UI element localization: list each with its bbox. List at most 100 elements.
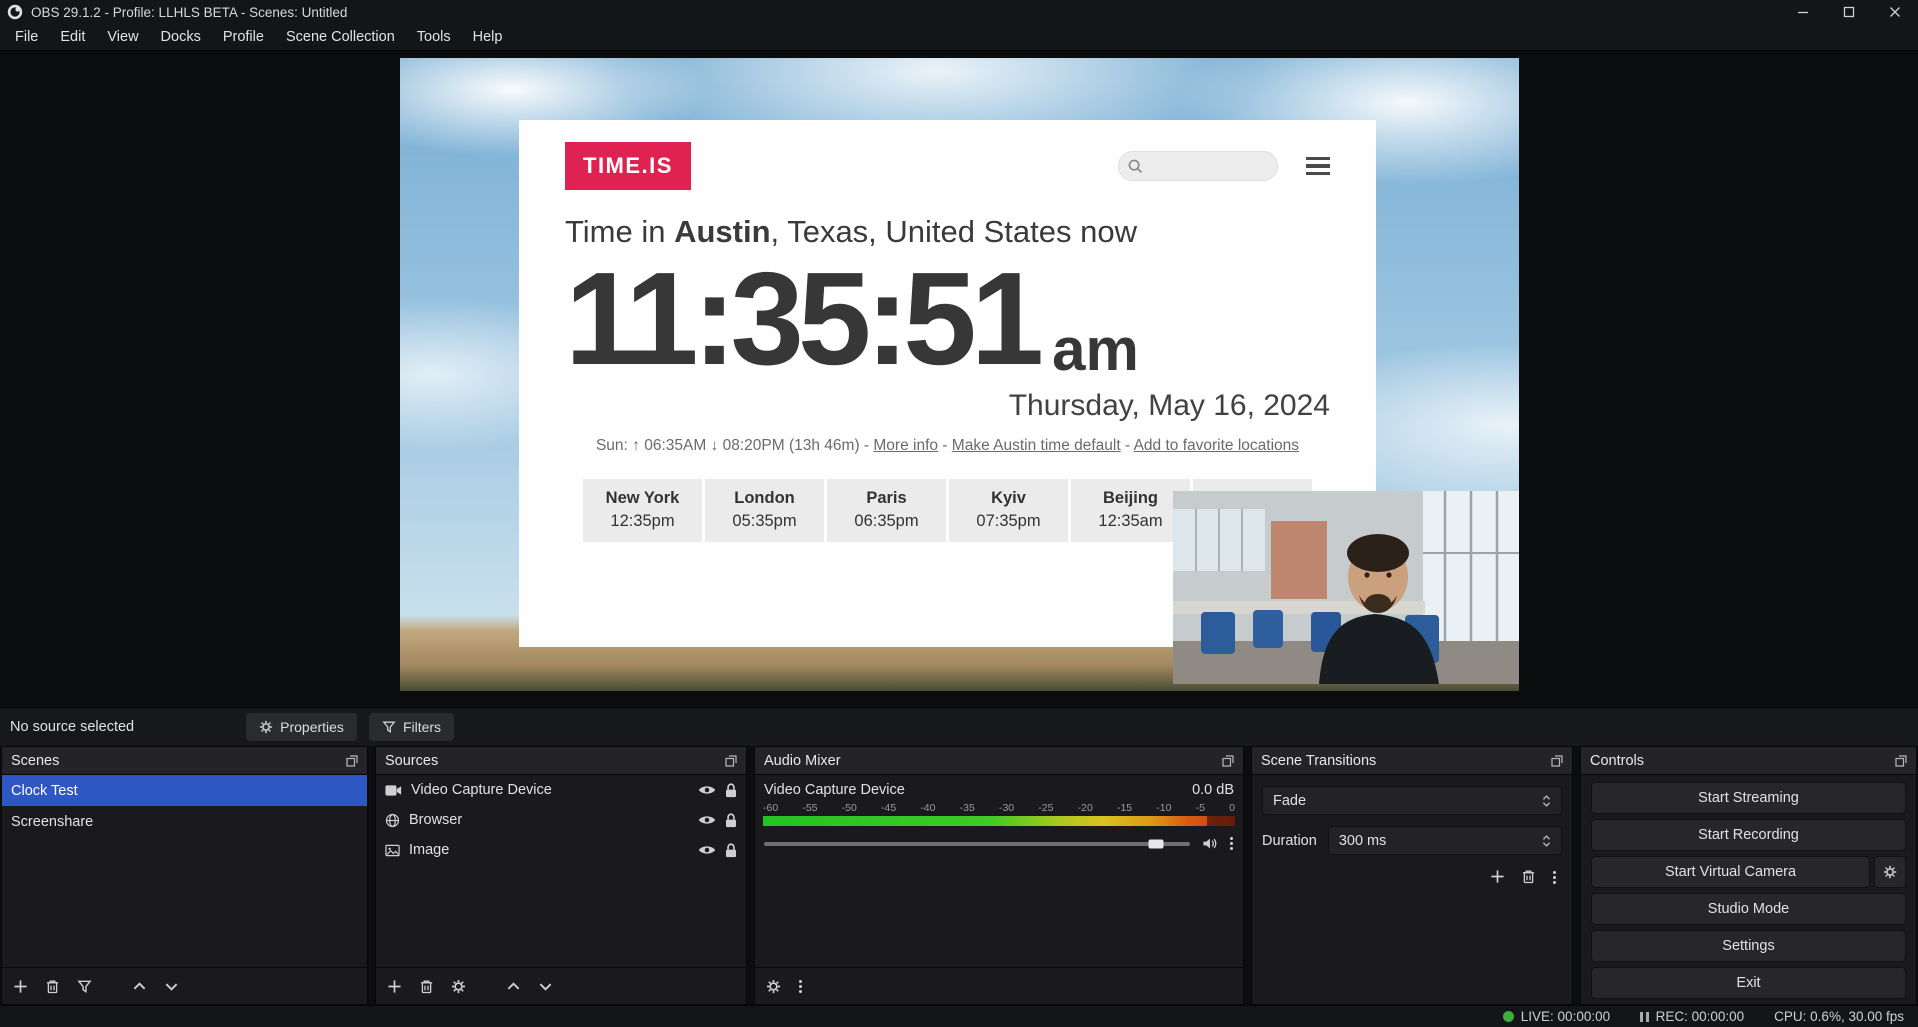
city-time: 06:35pm	[827, 510, 946, 533]
virtual-camera-settings-button[interactable]	[1874, 856, 1906, 888]
chevron-updown-icon	[1542, 793, 1551, 809]
studio-mode-button[interactable]: Studio Mode	[1591, 893, 1906, 925]
popout-icon[interactable]	[1222, 755, 1234, 767]
remove-transition-icon[interactable]	[1521, 869, 1536, 886]
visibility-eye-icon[interactable]	[698, 784, 716, 796]
scene-item-clock-test[interactable]: Clock Test	[2, 775, 367, 806]
add-scene-icon[interactable]	[13, 979, 28, 994]
menu-edit[interactable]: Edit	[49, 25, 96, 49]
duration-spinbox[interactable]: 300 ms	[1328, 826, 1562, 855]
settings-button[interactable]: Settings	[1591, 930, 1906, 962]
maximize-button[interactable]	[1826, 0, 1872, 24]
add-favorite-link: Add to favorite locations	[1134, 437, 1299, 454]
source-item-video-capture[interactable]: Video Capture Device	[376, 775, 746, 805]
source-item-image[interactable]: Image	[376, 835, 746, 865]
hamburger-menu-icon	[1306, 157, 1330, 176]
move-source-up-icon[interactable]	[506, 979, 521, 994]
move-scene-down-icon[interactable]	[164, 979, 179, 994]
webcam-source[interactable]	[1173, 491, 1519, 684]
speaker-icon[interactable]	[1201, 836, 1218, 851]
duration-value: 300 ms	[1339, 833, 1542, 849]
lock-icon[interactable]	[725, 843, 737, 858]
timeis-sun-line: Sun: ↑ 06:35AM ↓ 08:20PM (13h 46m) - Mor…	[565, 437, 1330, 455]
menu-docks[interactable]: Docks	[150, 25, 212, 49]
transition-properties-dots-icon[interactable]	[1552, 869, 1557, 886]
more-info-link: More info	[873, 437, 938, 454]
mixer-db-value: 0.0 dB	[1192, 782, 1234, 798]
city-time: 12:35pm	[583, 510, 702, 533]
volume-meter	[763, 816, 1235, 826]
close-button[interactable]	[1872, 0, 1918, 24]
menu-tools[interactable]: Tools	[406, 25, 462, 49]
start-virtual-camera-button[interactable]: Start Virtual Camera	[1591, 856, 1870, 888]
city-name: Kyiv	[949, 487, 1068, 510]
selected-source-toolbar: No source selected Properties Filters	[0, 707, 1918, 746]
start-recording-button[interactable]: Start Recording	[1591, 819, 1906, 851]
filters-button[interactable]: Filters	[369, 713, 454, 741]
source-item-browser[interactable]: Browser	[376, 805, 746, 835]
image-icon	[385, 843, 400, 858]
spinner-arrows-icon[interactable]	[1542, 833, 1551, 849]
audio-mixer-panel: Audio Mixer Video Capture Device 0.0 dB …	[754, 746, 1244, 1005]
mixer-options-dots-icon[interactable]	[1229, 835, 1234, 852]
remove-source-icon[interactable]	[419, 979, 434, 994]
mixer-menu-dots-icon[interactable]	[798, 978, 803, 995]
lock-icon[interactable]	[725, 783, 737, 798]
add-transition-icon[interactable]	[1490, 869, 1505, 886]
menu-scene-collection[interactable]: Scene Collection	[275, 25, 406, 49]
source-label: Image	[409, 842, 449, 858]
visibility-eye-icon[interactable]	[698, 814, 716, 826]
remove-scene-icon[interactable]	[45, 979, 60, 994]
menu-bar: File Edit View Docks Profile Scene Colle…	[0, 24, 1918, 51]
visibility-eye-icon[interactable]	[698, 844, 716, 856]
move-source-down-icon[interactable]	[538, 979, 553, 994]
timeis-clock: 11:35:51 am	[565, 252, 1330, 387]
controls-panel: Controls Start Streaming Start Recording…	[1580, 746, 1917, 1005]
menu-file[interactable]: File	[4, 25, 49, 49]
gear-icon	[259, 720, 273, 734]
live-timer: LIVE: 00:00:00	[1521, 1009, 1610, 1024]
clock-ampm: am	[1052, 312, 1139, 387]
volume-slider-handle[interactable]	[1148, 839, 1163, 848]
window-title: OBS 29.1.2 - Profile: LLHLS BETA - Scene…	[31, 5, 347, 20]
globe-icon	[385, 813, 400, 828]
scene-filters-icon[interactable]	[77, 979, 92, 994]
source-properties-gear-icon[interactable]	[451, 979, 466, 994]
search-icon	[1127, 158, 1144, 175]
menu-help[interactable]: Help	[462, 25, 514, 49]
popout-icon[interactable]	[346, 755, 358, 767]
scenes-panel: Scenes Clock Test Screenshare	[1, 746, 368, 1005]
lock-icon[interactable]	[725, 813, 737, 828]
timeis-search-box	[1118, 151, 1278, 181]
advanced-audio-gear-icon[interactable]	[766, 979, 781, 994]
window-controls	[1780, 0, 1918, 24]
timeis-date: Thursday, May 16, 2024	[565, 389, 1330, 423]
add-source-icon[interactable]	[387, 979, 402, 994]
popout-icon[interactable]	[725, 755, 737, 767]
source-label: Browser	[409, 812, 462, 828]
menu-profile[interactable]: Profile	[212, 25, 275, 49]
audio-mixer-panel-title: Audio Mixer	[764, 753, 841, 769]
title-bar: OBS 29.1.2 - Profile: LLHLS BETA - Scene…	[0, 0, 1918, 24]
exit-button[interactable]: Exit	[1591, 967, 1906, 999]
system-stats: CPU: 0.6%, 30.00 fps	[1774, 1009, 1904, 1024]
minimize-button[interactable]	[1780, 0, 1826, 24]
city-cell: Paris 06:35pm	[827, 479, 946, 542]
heading-city: Austin	[674, 214, 770, 249]
source-label: Video Capture Device	[411, 782, 552, 798]
popout-icon[interactable]	[1551, 755, 1563, 767]
controls-panel-title: Controls	[1590, 753, 1644, 769]
transitions-panel-title: Scene Transitions	[1261, 753, 1376, 769]
move-scene-up-icon[interactable]	[132, 979, 147, 994]
preview-canvas[interactable]: TIME.IS Time in Austin, Texas, United St…	[400, 58, 1519, 691]
volume-slider[interactable]	[764, 842, 1190, 846]
menu-view[interactable]: View	[96, 25, 149, 49]
properties-button[interactable]: Properties	[246, 713, 357, 741]
start-streaming-button[interactable]: Start Streaming	[1591, 782, 1906, 814]
meter-scale: -60-55-50-45-40-35-30-25-20-15-10-50	[755, 802, 1243, 814]
transition-select[interactable]: Fade	[1262, 786, 1562, 815]
status-bar: LIVE: 00:00:00 REC: 00:00:00 CPU: 0.6%, …	[0, 1005, 1918, 1027]
scene-item-screenshare[interactable]: Screenshare	[2, 806, 367, 837]
popout-icon[interactable]	[1895, 755, 1907, 767]
timeis-logo: TIME.IS	[565, 142, 691, 190]
